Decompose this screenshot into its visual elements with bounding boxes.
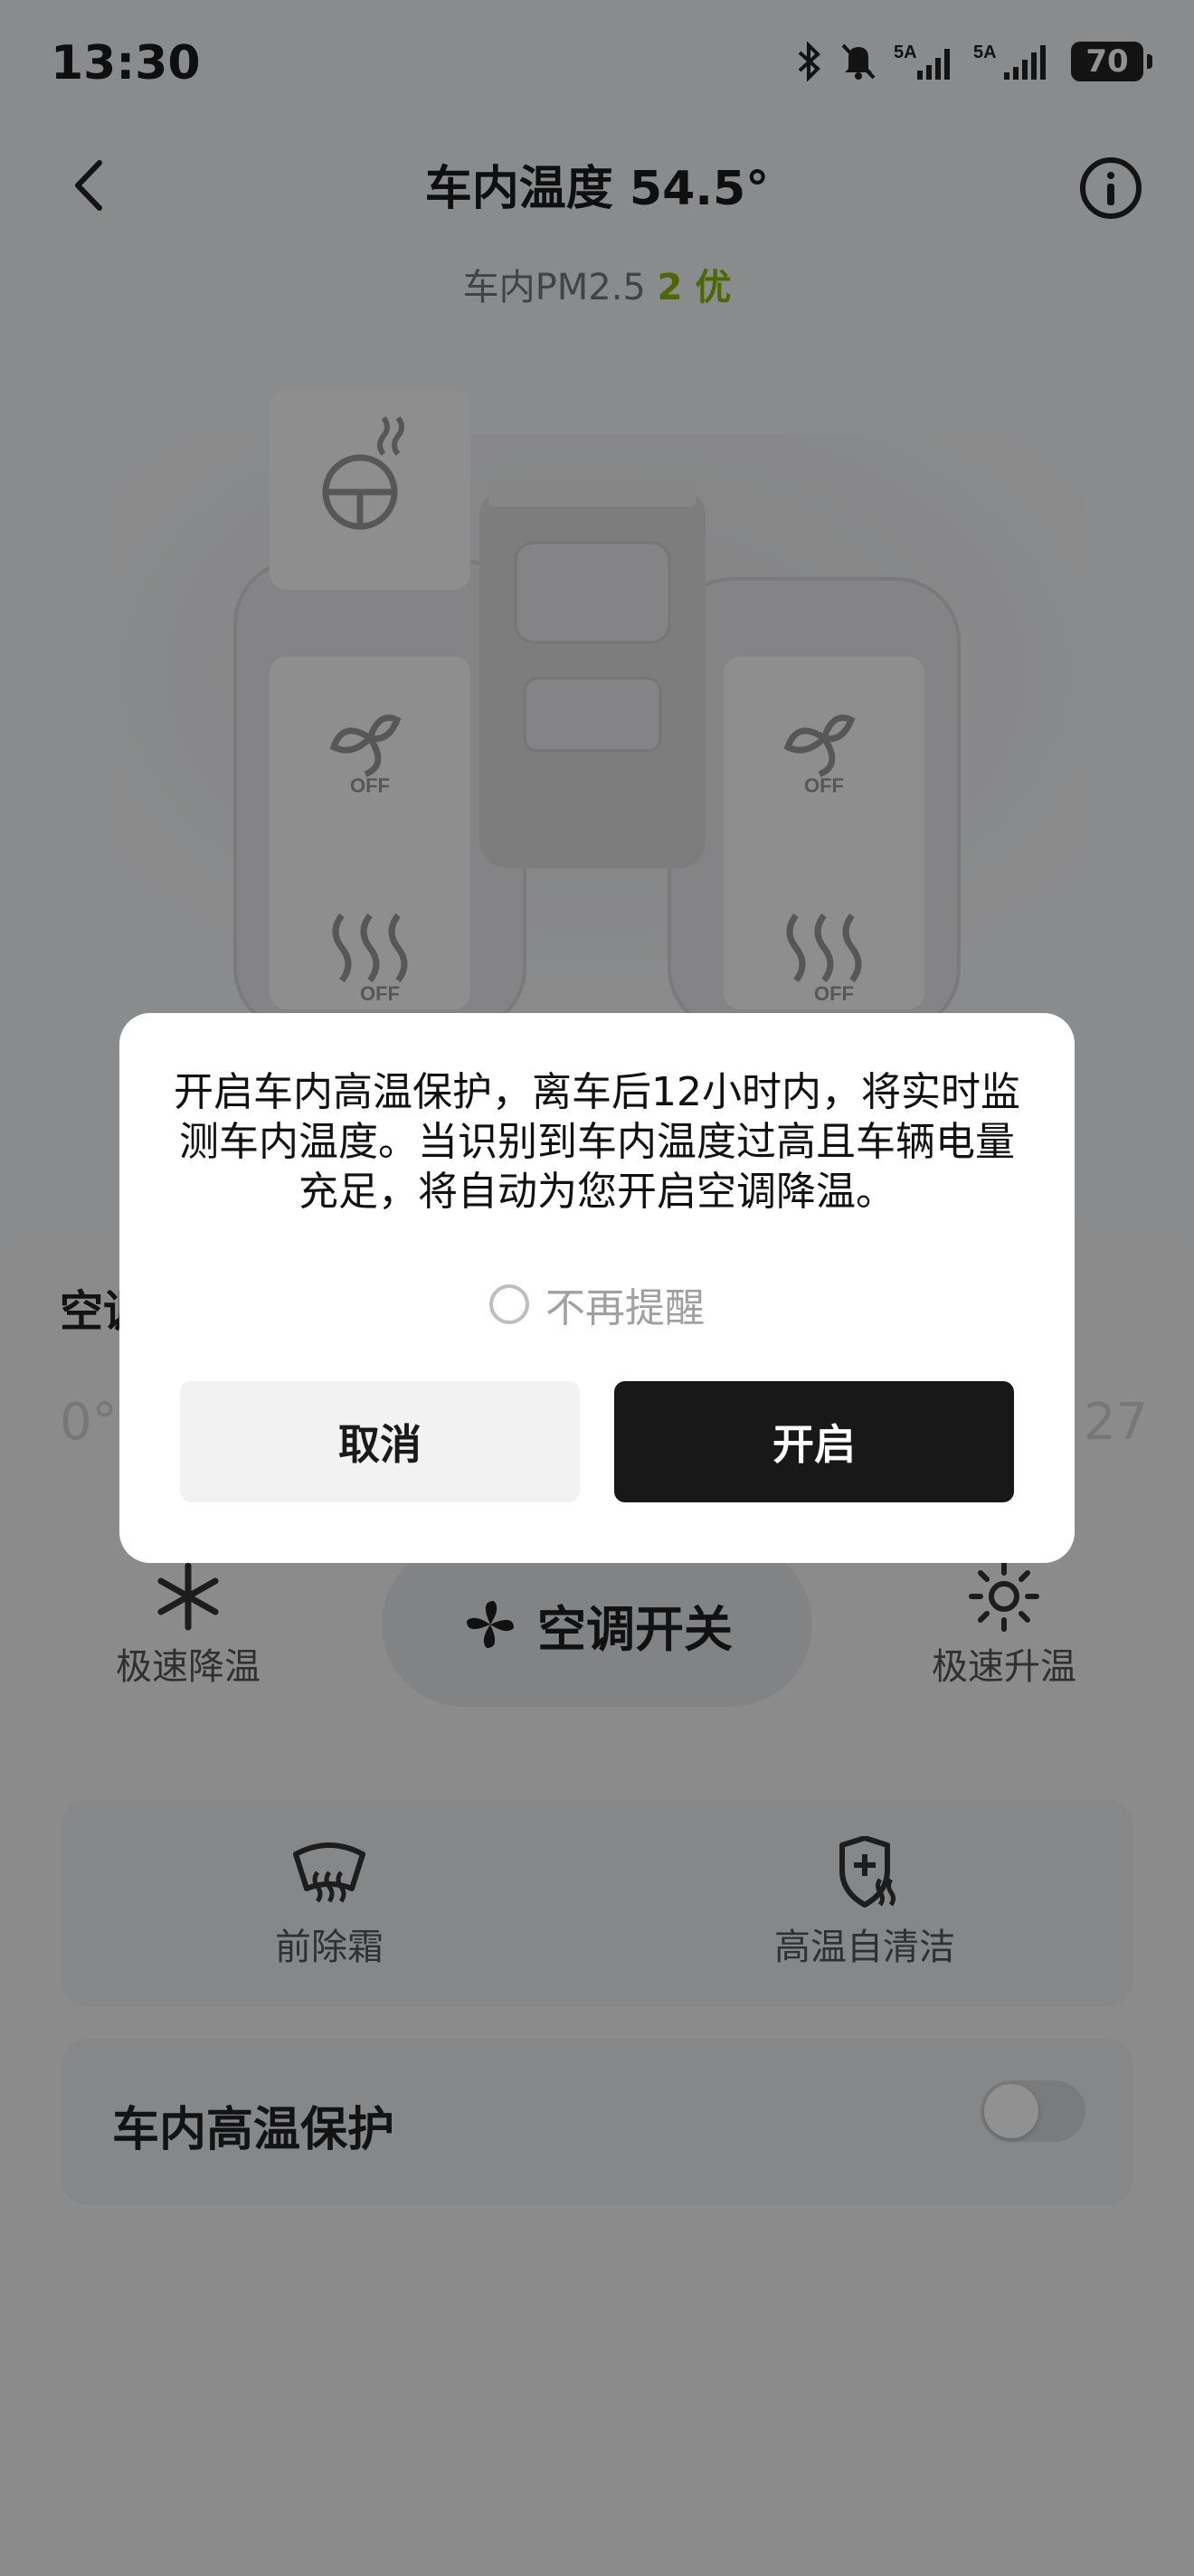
dont-remind-option[interactable]: 不再提醒 [0, 1275, 1194, 1333]
dont-remind-label: 不再提醒 [545, 1285, 705, 1331]
dont-remind-radio[interactable] [489, 1284, 529, 1324]
cancel-button[interactable]: 取消 [180, 1381, 580, 1502]
dialog-message: 开启车内高温保护，离车后12小时内，将实时监测车内温度。当识别到车内温度过高且车… [174, 1069, 1020, 1215]
enable-button[interactable]: 开启 [614, 1381, 1014, 1502]
